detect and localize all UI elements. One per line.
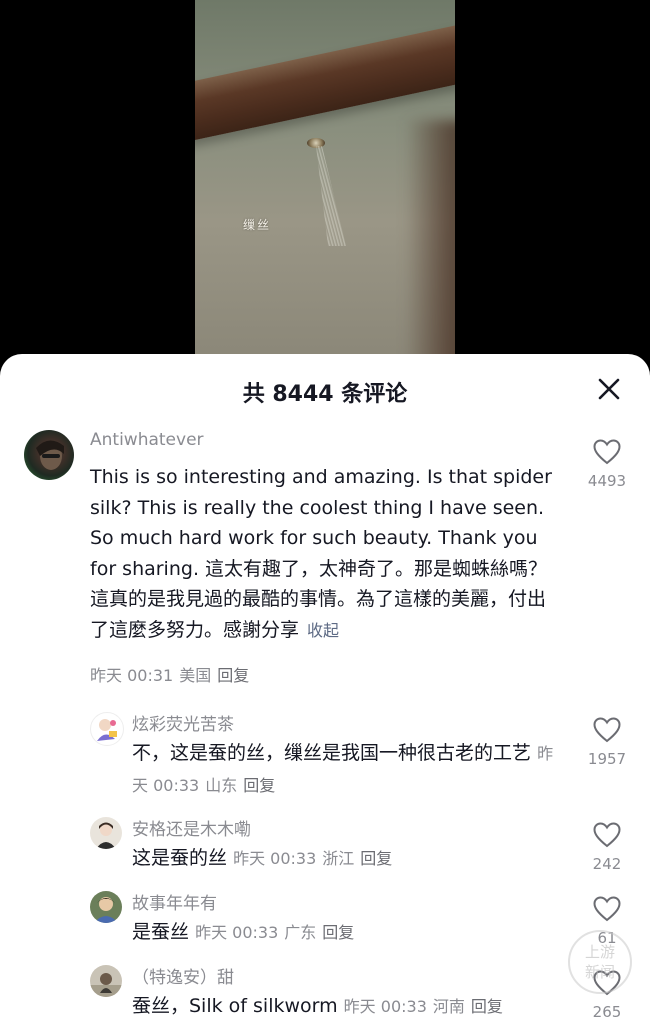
- heart-outline-icon: [593, 896, 621, 922]
- reply-body: 是蚕丝: [132, 921, 190, 943]
- reply-location: 山东: [205, 775, 238, 795]
- like-count: 242: [592, 855, 622, 873]
- avatar[interactable]: [90, 891, 122, 923]
- reply-body: 蚕丝，Silk of silkworm: [132, 995, 338, 1017]
- comment-time: 昨天 00:31: [90, 666, 174, 685]
- video-background-shadow: [405, 120, 455, 370]
- reply-location: 浙江: [322, 849, 355, 868]
- reply-button[interactable]: 回复: [322, 923, 354, 942]
- reply-time: 昨天 00:33: [195, 923, 279, 942]
- reply-meta: 昨天 00:33 河南 回复: [344, 997, 509, 1016]
- like-button[interactable]: 4493: [582, 438, 632, 490]
- reply-username[interactable]: （特逸安）甜: [132, 963, 234, 988]
- reply-button[interactable]: 回复: [471, 997, 503, 1016]
- close-icon: [598, 378, 620, 400]
- close-button[interactable]: [594, 374, 624, 404]
- avatar-cartoon-icon: [97, 719, 117, 741]
- reply-username[interactable]: 安格还是木木嘞: [132, 815, 251, 840]
- comment-location: 美国: [179, 666, 212, 685]
- reply-body: 不，这是蚕的丝，缫丝是我国一种很古老的工艺: [132, 742, 532, 764]
- watermark-logo: 上游 新闻: [568, 930, 632, 994]
- avatar[interactable]: [90, 712, 124, 746]
- reply-location: 河南: [432, 997, 465, 1016]
- reply-time: 昨天 00:33: [343, 997, 427, 1016]
- like-count: 1957: [587, 750, 627, 768]
- reply-button[interactable]: 回复: [243, 776, 275, 795]
- like-count: 265: [592, 1003, 622, 1021]
- heart-outline-icon: [593, 439, 621, 465]
- reply-meta: 昨天 00:33 广东 回复: [195, 923, 360, 942]
- avatar[interactable]: [24, 430, 74, 480]
- avatar[interactable]: [90, 965, 122, 997]
- reply-body: 这是蚕的丝: [132, 847, 228, 869]
- heart-outline-icon: [593, 717, 621, 743]
- reply-location: 广东: [284, 923, 317, 942]
- avatar-face-icon: [36, 440, 64, 470]
- video-frame[interactable]: 缫丝: [195, 0, 455, 370]
- comment-count-title: 共 8444 条评论: [242, 382, 408, 407]
- silk-threads: [316, 146, 346, 246]
- like-button[interactable]: 242: [582, 821, 632, 873]
- like-button[interactable]: 1957: [582, 716, 632, 768]
- comment-username[interactable]: Antiwhatever: [90, 430, 204, 450]
- like-count: 4493: [587, 472, 627, 490]
- reply-time: 昨天 00:33: [233, 849, 317, 868]
- avatar[interactable]: [90, 817, 122, 849]
- comment-sheet: 共 8444 条评论 Antiwhatever This is so inter…: [0, 354, 650, 1030]
- reply-button[interactable]: 回复: [217, 666, 249, 685]
- comment-text: This is so interesting and amazing. Is t…: [90, 462, 560, 646]
- reply-text: 不，这是蚕的丝，缫丝是我国一种很古老的工艺 昨天 00:33 山东 回复: [132, 738, 562, 801]
- comment-meta: 昨天 00:31 美国 回复: [90, 662, 255, 686]
- collapse-link[interactable]: 收起: [307, 621, 339, 640]
- reply-text: 蚕丝，Silk of silkworm 昨天 00:33 河南 回复: [132, 991, 562, 1023]
- reply-text: 这是蚕的丝 昨天 00:33 浙江 回复: [132, 843, 562, 875]
- watermark-line1: 上游: [584, 943, 615, 961]
- avatar-photo-icon: [94, 897, 118, 923]
- reply-meta: 昨天 00:33 浙江 回复: [233, 849, 398, 868]
- watermark-line2: 新闻: [584, 963, 615, 981]
- reply-username[interactable]: 炫彩荧光苦茶: [132, 710, 234, 735]
- comment-body: This is so interesting and amazing. Is t…: [90, 466, 552, 641]
- reply-text: 是蚕丝 昨天 00:33 广东 回复: [132, 917, 562, 949]
- reply-button[interactable]: 回复: [360, 849, 392, 868]
- heart-outline-icon: [593, 822, 621, 848]
- silk-spinneret: [307, 138, 325, 148]
- avatar-photo-icon: [96, 822, 116, 849]
- avatar-photo-icon: [90, 973, 122, 997]
- video-caption: 缫丝: [243, 218, 272, 232]
- reply-username[interactable]: 故事年年有: [132, 889, 217, 914]
